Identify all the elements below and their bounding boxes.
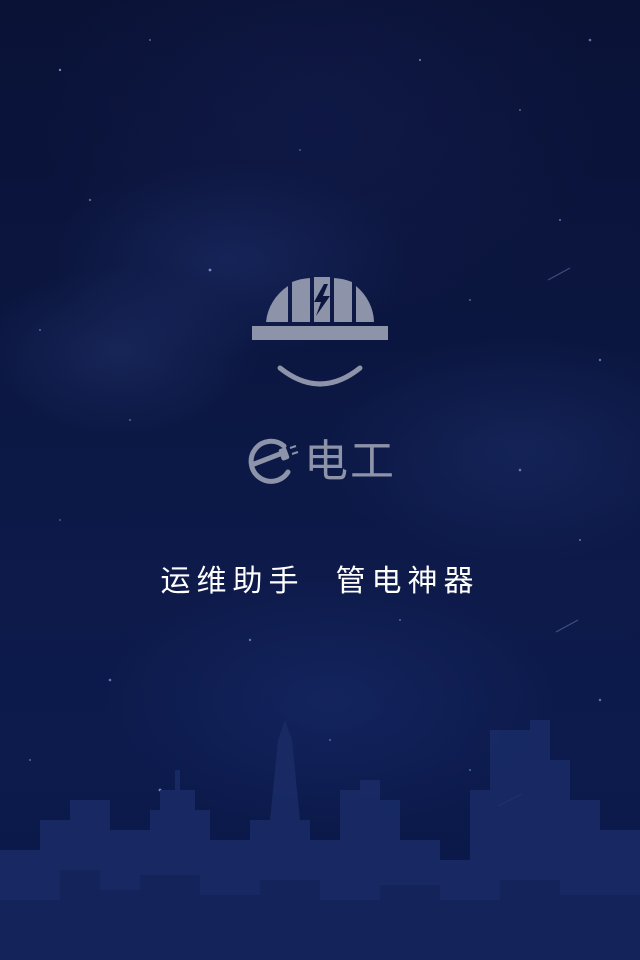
- brand-row: 电工: [244, 436, 396, 488]
- helmet-smile-icon: [252, 277, 388, 387]
- logo-area: 电工: [0, 270, 640, 488]
- slogan-text: 运维助手 管电神器: [160, 564, 480, 599]
- splash-screen: 电工 运维助手 管电神器: [0, 0, 640, 960]
- city-skyline: [0, 720, 640, 960]
- app-name: 电工: [304, 436, 396, 487]
- e-plug-icon: [248, 438, 299, 484]
